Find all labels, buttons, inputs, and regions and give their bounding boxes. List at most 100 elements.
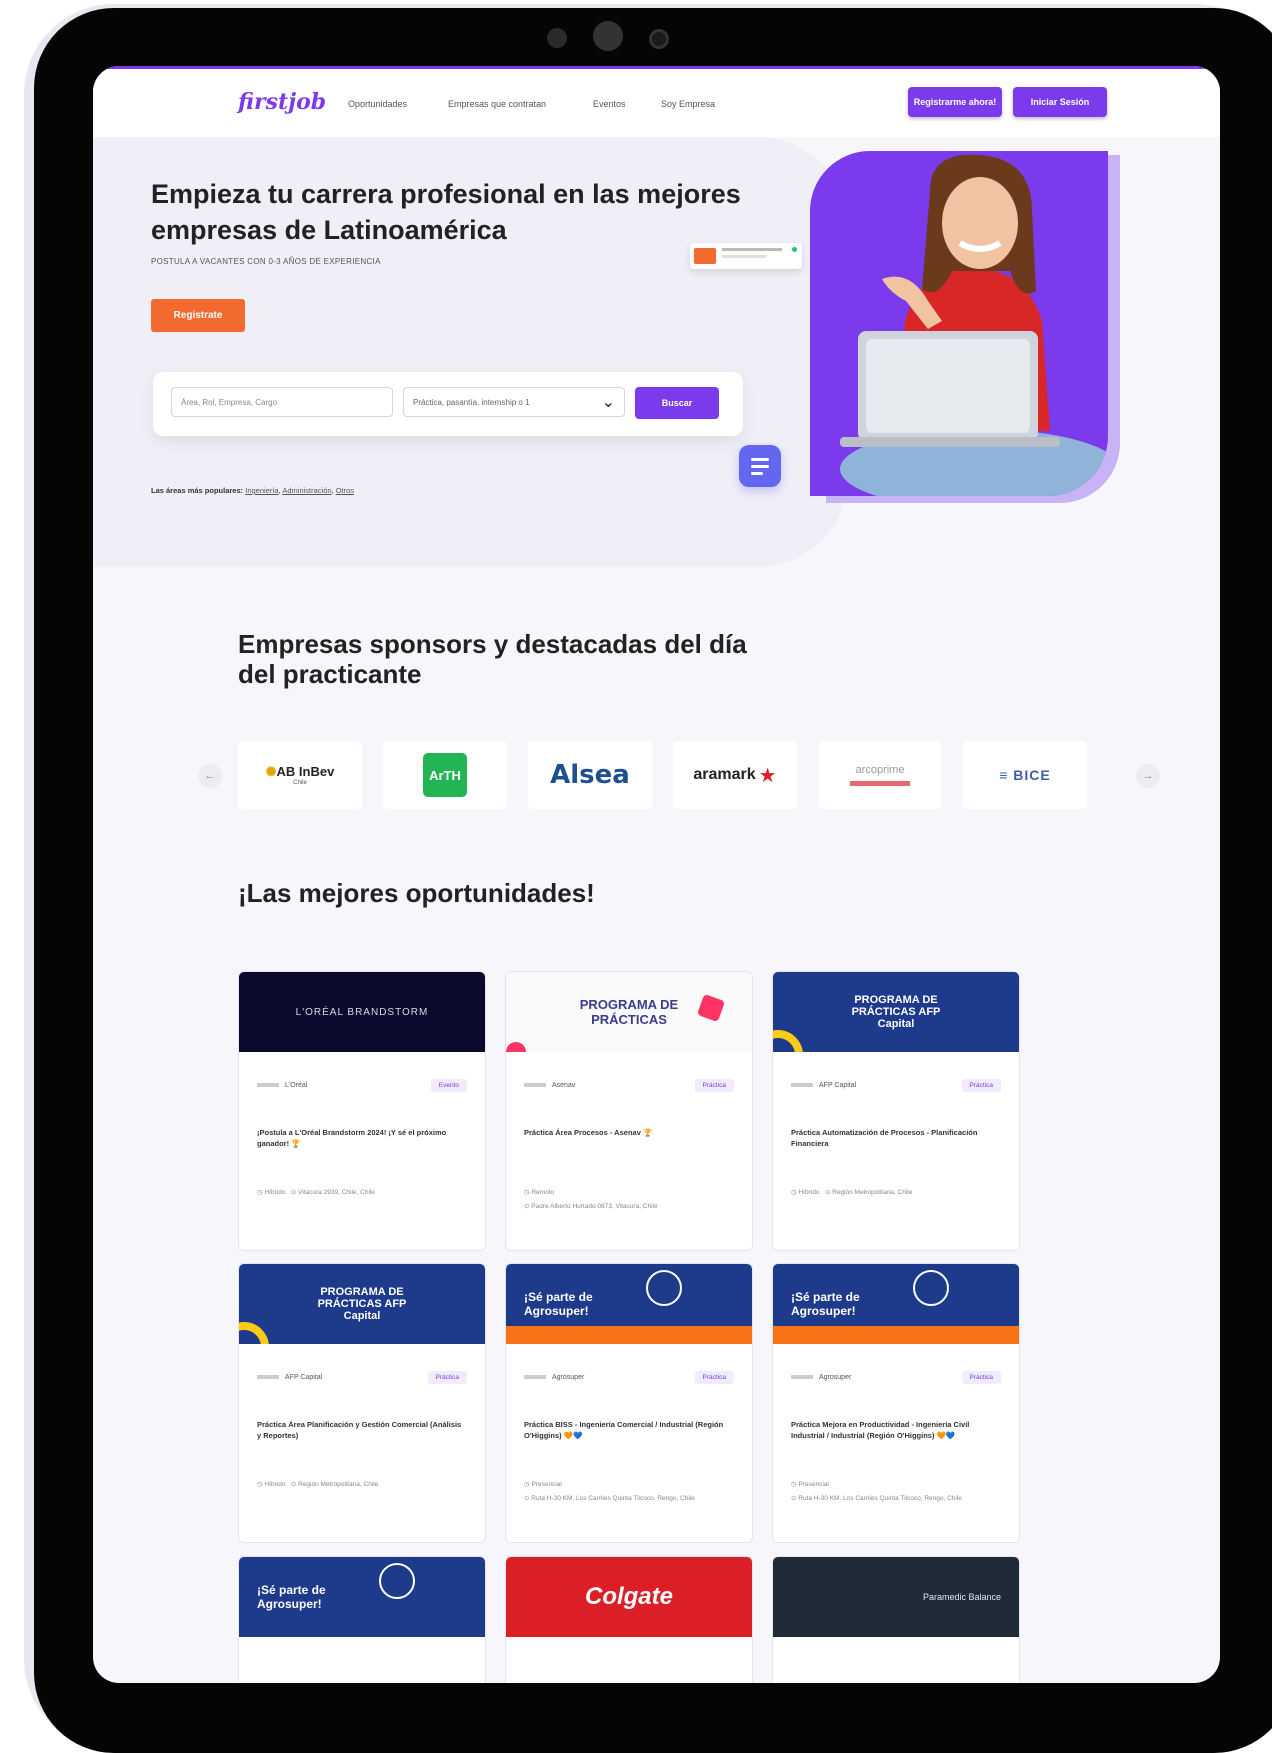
banner-text: Paramedic Balance bbox=[922, 1592, 1001, 1602]
card-banner: PROGRAMA DE PRÁCTICAS bbox=[506, 972, 752, 1052]
banner-text: ¡Sé parte de Agrosuper! bbox=[791, 1290, 860, 1318]
modality: Híbrido bbox=[798, 1189, 820, 1196]
job-title[interactable]: Práctica Automatización de Procesos - Pl… bbox=[791, 1127, 1001, 1149]
opportunity-card[interactable]: PROGRAMA DE PRÁCTICAS Asenav Práctica Pr… bbox=[505, 971, 753, 1251]
opportunity-card[interactable]: ¡Sé parte de Agrosuper! Agrosuper Prácti… bbox=[772, 1263, 1020, 1543]
type-badge: Práctica bbox=[961, 1079, 1001, 1092]
person-with-laptop-illustration bbox=[840, 154, 1108, 496]
card-banner: L'ORÉAL BRANDSTORM bbox=[239, 972, 485, 1052]
arcoprime-bar bbox=[850, 781, 910, 786]
opportunity-card[interactable]: Paramedic Balance bbox=[772, 1556, 1020, 1683]
job-location: ◷ Híbrido ⊙ Región Metropolitana, Chile bbox=[791, 1189, 913, 1196]
banner-text: L'ORÉAL BRANDSTORM bbox=[295, 1006, 429, 1018]
company-logo bbox=[791, 1083, 813, 1088]
banner-text: ¡Sé parte de Agrosuper! bbox=[257, 1583, 326, 1611]
popular-link-administracion[interactable]: Administración bbox=[282, 486, 331, 495]
opportunity-type-value: Práctica, pasantía, internship o 1 bbox=[413, 397, 530, 407]
hero-title: Empieza tu carrera profesional en las me… bbox=[151, 179, 741, 245]
sponsor-logo-aramark[interactable]: aramark ★ bbox=[673, 741, 797, 809]
location: Padre Alberto Hurtado 0873, Vitacura, Ch… bbox=[531, 1203, 658, 1210]
abinbev-sun-icon: ✺ bbox=[265, 764, 277, 779]
abinbev-logo: ✺AB InBev Chile bbox=[266, 764, 335, 786]
job-title[interactable]: Práctica Área Planificación y Gestión Co… bbox=[257, 1419, 467, 1441]
doc-line bbox=[751, 458, 769, 461]
abinbev-subtitle: Chile bbox=[293, 780, 307, 786]
popular-areas: Las áreas más populares: Ingeniería, Adm… bbox=[151, 486, 355, 495]
popular-link-ingenieria[interactable]: Ingeniería bbox=[245, 486, 278, 495]
company-name: AFP Capital bbox=[257, 1374, 322, 1381]
company-name: L'Oréal bbox=[257, 1082, 307, 1089]
login-button[interactable]: Iniciar Sesión bbox=[1013, 87, 1107, 117]
job-title[interactable]: Práctica BISS - Ingeniería Comercial / I… bbox=[524, 1419, 734, 1441]
sponsor-logo-alsea[interactable]: Alsea bbox=[528, 741, 652, 809]
chevron-down-icon: ⌄ bbox=[601, 394, 615, 411]
card-banner: Paramedic Balance bbox=[773, 1557, 1019, 1637]
bice-logo: ≡ BICE bbox=[999, 767, 1051, 783]
top-nav: firstjob Oportunidades Empresas que cont… bbox=[93, 69, 1220, 137]
opportunity-card[interactable]: ¡Sé parte de Agrosuper! Agrosuper Prácti… bbox=[505, 1263, 753, 1543]
nav-empresas[interactable]: Empresas que contratan bbox=[448, 99, 546, 109]
opportunity-card[interactable]: Colgate bbox=[505, 1556, 753, 1683]
company-label: L'Oréal bbox=[285, 1082, 308, 1089]
opportunity-card[interactable]: L'ORÉAL BRANDSTORM L'Oréal Evento ¡Postu… bbox=[238, 971, 486, 1251]
search-button[interactable]: Buscar bbox=[635, 387, 719, 419]
doc-line bbox=[751, 465, 769, 468]
popular-link-otros[interactable]: Otros bbox=[336, 486, 354, 495]
job-location: ◷ Presencial ⊙ Ruta H-30 KM. Los Carriles… bbox=[524, 1481, 695, 1502]
camera-lens bbox=[593, 21, 623, 51]
hero-register-button[interactable]: Registrate bbox=[151, 299, 245, 332]
sponsor-logo-arth[interactable]: ArTH bbox=[383, 741, 507, 809]
circle-outline-icon bbox=[379, 1563, 415, 1599]
doc-line bbox=[751, 472, 763, 475]
company-name: Agrosuper bbox=[791, 1374, 851, 1381]
type-badge: Práctica bbox=[694, 1371, 734, 1384]
card-banner: Colgate bbox=[506, 1557, 752, 1637]
location: Ruta H-30 KM. Los Carriles Quinta Tilcoc… bbox=[798, 1495, 962, 1502]
modality: Híbrido bbox=[264, 1189, 286, 1196]
arth-logo: ArTH bbox=[423, 753, 467, 797]
type-badge: Práctica bbox=[427, 1371, 467, 1384]
opportunity-card[interactable]: PROGRAMA DE PRÁCTICAS AFP Capital AFP Ca… bbox=[772, 971, 1020, 1251]
company-name: Agrosuper bbox=[524, 1374, 584, 1381]
aramark-logo: aramark bbox=[693, 766, 756, 783]
status-dot-icon bbox=[792, 247, 797, 252]
type-badge: Evento bbox=[430, 1079, 467, 1092]
nav-oportunidades[interactable]: Oportunidades bbox=[348, 99, 407, 109]
company-logo bbox=[524, 1083, 546, 1088]
card-banner: ¡Sé parte de Agrosuper! bbox=[239, 1557, 485, 1637]
job-title[interactable]: Práctica Mejora en Productividad - Ingen… bbox=[791, 1419, 1001, 1441]
orange-stripe bbox=[506, 1326, 752, 1344]
job-location: ◷ Presencial ⊙ Ruta H-30 KM. Los Carriles… bbox=[791, 1481, 962, 1502]
sponsor-logo-abinbev[interactable]: ✺AB InBev Chile bbox=[238, 741, 362, 809]
abinbev-name: AB InBev bbox=[276, 764, 335, 779]
sponsor-logo-bice[interactable]: ≡ BICE bbox=[963, 741, 1087, 809]
job-title[interactable]: Práctica Área Procesos - Asenav 🏆 bbox=[524, 1127, 734, 1138]
opportunity-card[interactable]: PROGRAMA DE PRÁCTICAS AFP Capital AFP Ca… bbox=[238, 1263, 486, 1543]
nav-eventos[interactable]: Eventos bbox=[593, 99, 626, 109]
opportunity-card[interactable]: ¡Sé parte de Agrosuper! bbox=[238, 1556, 486, 1683]
notification-line bbox=[722, 248, 782, 251]
job-title[interactable]: ¡Postula a L'Oréal Brandstorm 2024! ¡Y s… bbox=[257, 1127, 467, 1149]
company-logo bbox=[257, 1375, 279, 1380]
keyword-input[interactable]: Área, Rol, Empresa, Cargo bbox=[171, 387, 393, 417]
site-logo[interactable]: firstjob bbox=[238, 89, 326, 115]
modality: Presencial bbox=[531, 1481, 562, 1488]
register-now-button[interactable]: Registrarme ahora! bbox=[908, 87, 1002, 117]
circle-outline-icon bbox=[646, 1270, 682, 1306]
opportunity-type-select[interactable]: Práctica, pasantía, internship o 1 ⌄ bbox=[403, 387, 625, 417]
bice-name: BICE bbox=[1013, 767, 1051, 783]
popular-label: Las áreas más populares: bbox=[151, 486, 244, 495]
company-name: AFP Capital bbox=[791, 1082, 856, 1089]
carousel-next-button[interactable]: → bbox=[1136, 764, 1160, 788]
carousel-prev-button[interactable]: ← bbox=[198, 764, 222, 788]
card-banner: PROGRAMA DE PRÁCTICAS AFP Capital bbox=[773, 972, 1019, 1052]
location: Ruta H-30 KM. Los Carriles Quinta Tilcoc… bbox=[531, 1495, 695, 1502]
camera-dot bbox=[547, 28, 567, 48]
yellow-ring-icon bbox=[239, 1322, 269, 1344]
search-box: Área, Rol, Empresa, Cargo Práctica, pasa… bbox=[153, 372, 743, 436]
banner-text: ¡Sé parte de Agrosuper! bbox=[524, 1290, 593, 1318]
orange-stripe bbox=[773, 1326, 1019, 1344]
sponsor-logo-arcoprime[interactable]: arcoprime bbox=[818, 741, 942, 809]
nav-soy-empresa[interactable]: Soy Empresa bbox=[661, 99, 715, 109]
hero-subtitle: POSTULA A VACANTES CON 0-3 AÑOS DE EXPER… bbox=[151, 257, 381, 266]
